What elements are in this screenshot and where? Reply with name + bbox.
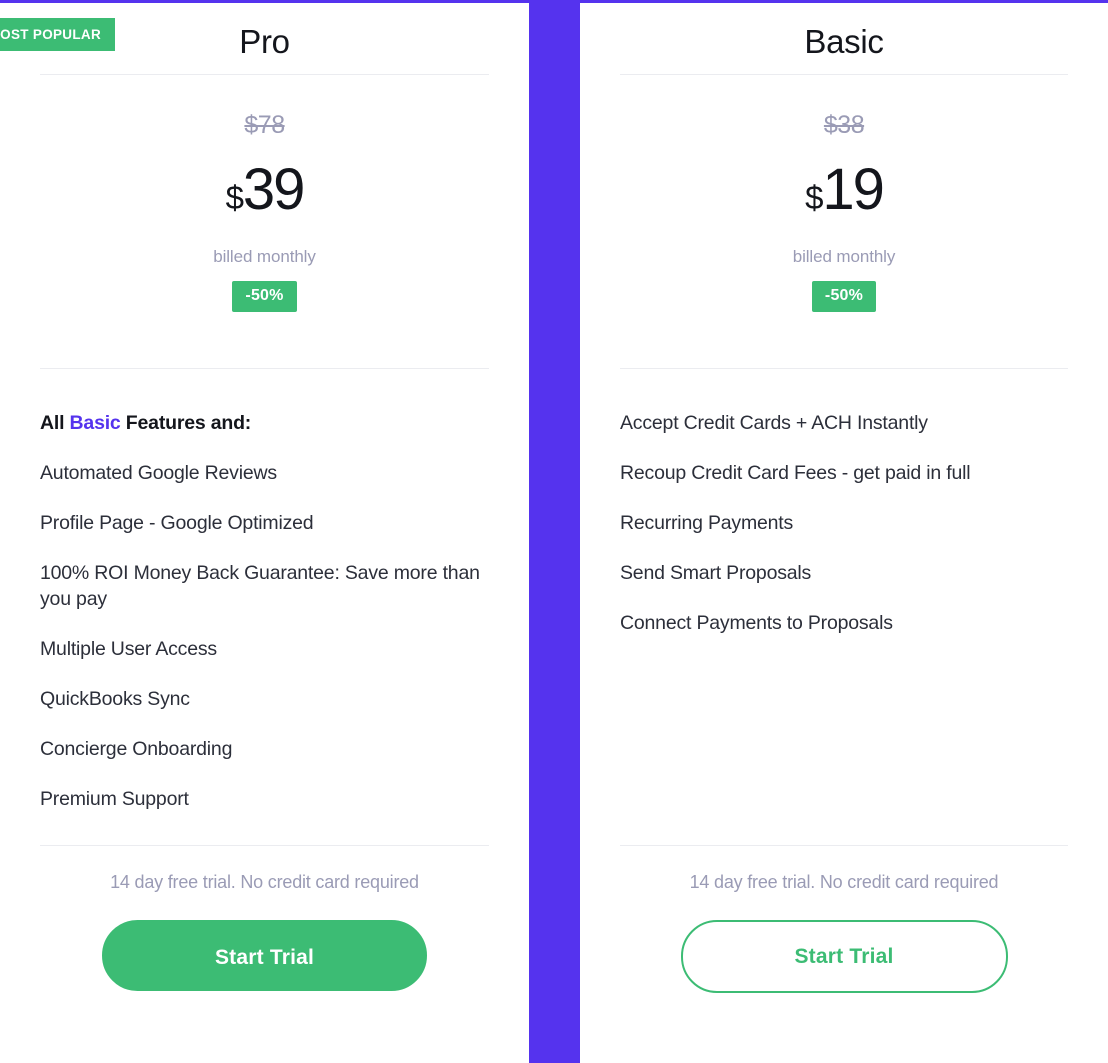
list-item: Profile Page - Google Optimized bbox=[40, 512, 314, 534]
divider-under-title bbox=[40, 74, 489, 75]
list-item: Send Smart Proposals bbox=[620, 562, 812, 584]
billing-period-basic: billed monthly bbox=[792, 247, 896, 266]
discount-badge-basic: -50% bbox=[811, 281, 877, 312]
discount-badge-pro: -50% bbox=[232, 281, 297, 312]
plan-card-pro: MOST POPULAR Pro $78 $39 billed monthly … bbox=[0, 0, 529, 1063]
price-block-pro: $78 $39 billed monthly -50% bbox=[40, 108, 489, 312]
feature-list-pro: All Basic Features and: Automated Google… bbox=[40, 410, 489, 812]
list-item: QuickBooks Sync bbox=[40, 688, 190, 710]
feature-list-heading: All Basic Features and: bbox=[40, 410, 489, 436]
start-trial-button-basic[interactable]: Start Trial bbox=[680, 920, 1008, 993]
original-price-basic: $38 bbox=[823, 111, 865, 139]
list-item: Premium Support bbox=[40, 788, 189, 810]
divider-above-cta bbox=[40, 845, 489, 846]
trial-note-basic: 14 day free trial. No credit card requir… bbox=[689, 872, 999, 892]
feature-list-basic: Accept Credit Cards + ACH Instantly Reco… bbox=[620, 410, 1068, 636]
divider-under-title bbox=[620, 74, 1068, 75]
list-item: Automated Google Reviews bbox=[40, 462, 277, 484]
trial-note-pro: 14 day free trial. No credit card requir… bbox=[110, 872, 419, 892]
price-amount: 19 bbox=[822, 157, 884, 222]
divider-above-cta bbox=[620, 845, 1068, 846]
price-amount: 39 bbox=[242, 157, 305, 222]
list-item: Multiple User Access bbox=[40, 638, 217, 660]
divider-under-price bbox=[620, 368, 1068, 369]
cta-block-basic: 14 day free trial. No credit card requir… bbox=[620, 870, 1068, 993]
billing-period-pro: billed monthly bbox=[213, 247, 316, 266]
currency-symbol: $ bbox=[225, 179, 244, 216]
heading-prefix: All bbox=[40, 412, 70, 434]
heading-accent-basic: Basic bbox=[69, 412, 121, 434]
list-item: Concierge Onboarding bbox=[40, 738, 233, 760]
column-separator bbox=[529, 0, 580, 1063]
list-item: Recoup Credit Card Fees - get paid in fu… bbox=[620, 462, 971, 484]
currency-symbol: $ bbox=[805, 179, 823, 216]
heading-suffix: Features and: bbox=[120, 412, 252, 434]
list-item: Accept Credit Cards + ACH Instantly bbox=[620, 412, 928, 434]
divider-under-price bbox=[40, 368, 489, 369]
price-block-basic: $38 $19 billed monthly -50% bbox=[620, 108, 1068, 312]
most-popular-badge: MOST POPULAR bbox=[0, 18, 115, 51]
list-item: 100% ROI Money Back Guarantee: Save more… bbox=[40, 562, 480, 610]
pricing-page: MOST POPULAR Pro $78 $39 billed monthly … bbox=[0, 0, 1108, 1063]
plan-title-basic: Basic bbox=[804, 23, 884, 60]
top-accent-rule bbox=[0, 0, 1108, 3]
list-item: Recurring Payments bbox=[620, 512, 794, 534]
current-price-pro: $39 bbox=[40, 159, 489, 236]
start-trial-button-pro[interactable]: Start Trial bbox=[102, 920, 427, 991]
original-price-pro: $78 bbox=[244, 111, 285, 139]
current-price-basic: $19 bbox=[620, 159, 1068, 236]
cta-block-pro: 14 day free trial. No credit card requir… bbox=[40, 870, 489, 991]
list-item: Connect Payments to Proposals bbox=[620, 612, 893, 634]
plan-card-basic: Basic $38 $19 billed monthly -50% Accept… bbox=[580, 0, 1108, 1063]
